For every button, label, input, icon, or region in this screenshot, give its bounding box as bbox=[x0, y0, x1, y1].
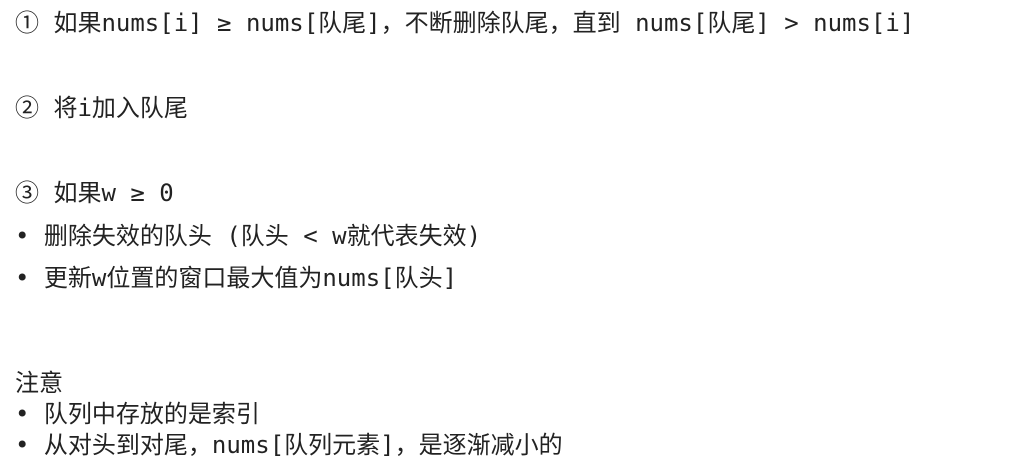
step-1-text: ① 如果nums[i] ≥ nums[队尾]，不断删除队尾，直到 nums[队尾… bbox=[15, 9, 915, 37]
step-3-bullet-update-max: • 更新w位置的窗口最大值为nums[队头] bbox=[15, 264, 458, 292]
step-3-text: ③ 如果w ≥ 0 bbox=[15, 179, 174, 207]
step-3-bullet-remove-head: • 删除失效的队头 (队头 < w就代表失效) bbox=[15, 222, 482, 250]
note-heading: 注意 bbox=[15, 369, 63, 397]
step-2-text: ② 将i加入队尾 bbox=[15, 94, 188, 122]
note-bullet-index: • 队列中存放的是索引 bbox=[15, 400, 260, 428]
note-bullet-decreasing: • 从对头到对尾，nums[队列元素]，是逐渐减小的 bbox=[15, 431, 563, 459]
